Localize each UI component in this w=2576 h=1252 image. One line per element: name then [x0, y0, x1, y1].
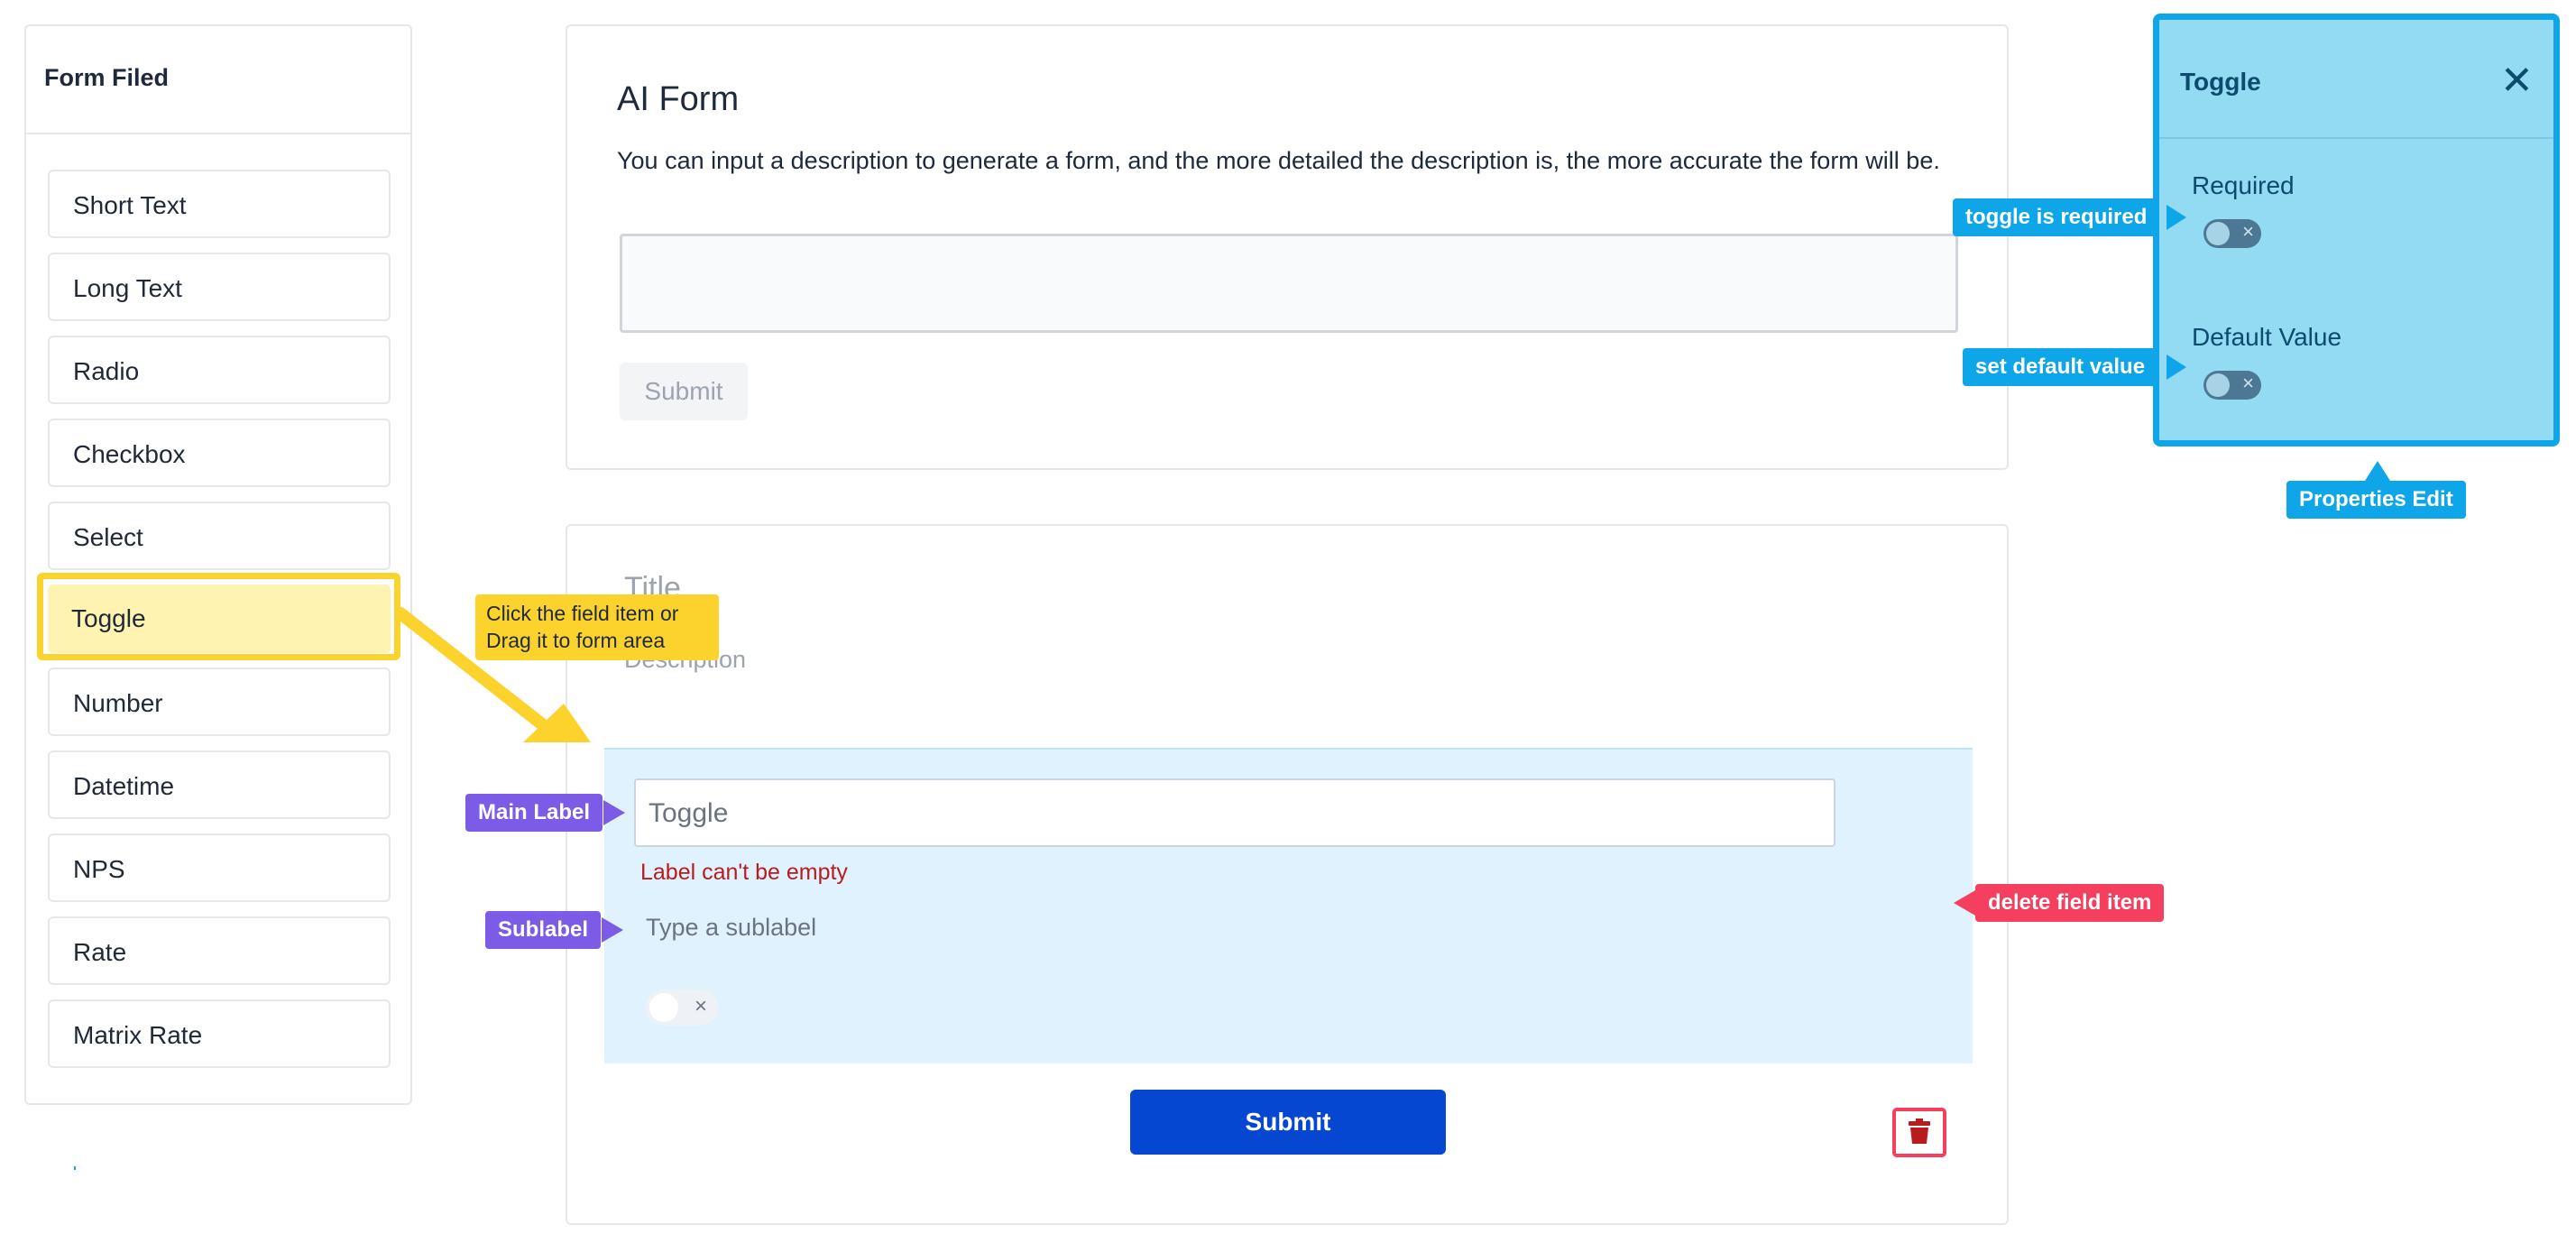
callout-sublabel: Sublabel	[485, 911, 602, 949]
callout-arrow	[1954, 890, 1975, 916]
toggle-off-icon: ×	[694, 994, 707, 1018]
toggle-off-icon: ×	[2242, 372, 2254, 394]
delete-field-button[interactable]	[1892, 1108, 1946, 1157]
required-toggle[interactable]: ×	[2203, 219, 2261, 248]
field-item-matrix-rate[interactable]: Matrix Rate	[48, 999, 391, 1068]
sublabel-input[interactable]: Type a sublabel	[646, 914, 816, 942]
callout-main-label: Main Label	[465, 794, 603, 832]
properties-panel: Toggle ✕ Required × Default Value ×	[2153, 14, 2560, 446]
callout-arrow	[603, 800, 625, 825]
ai-form-card: AI Form You can input a description to g…	[566, 24, 2009, 470]
main-label-input[interactable]: Toggle	[634, 778, 1835, 847]
toggle-knob	[2206, 373, 2230, 397]
callout-toggle-required: toggle is required	[1953, 198, 2160, 236]
field-item-checkbox[interactable]: Checkbox	[48, 419, 391, 487]
toggle-item-highlight	[37, 573, 400, 660]
ai-form-title: AI Form	[617, 80, 740, 118]
callout-set-default: set default value	[1963, 348, 2158, 386]
field-item-long-text[interactable]: Long Text	[48, 253, 391, 321]
trash-icon	[1909, 1119, 1930, 1144]
toggle-knob	[649, 993, 678, 1022]
field-item-nps[interactable]: NPS	[48, 833, 391, 902]
ai-form-description: You can input a description to generate …	[617, 147, 1940, 174]
callout-arrow	[2167, 205, 2186, 230]
form-submit-button[interactable]: Submit	[1130, 1090, 1446, 1155]
sidebar-title: Form Filed	[26, 26, 410, 134]
preview-toggle-switch[interactable]: ×	[646, 990, 718, 1026]
label-error-message: Label can't be empty	[640, 860, 848, 885]
toggle-field-block[interactable]: Toggle Label can't be empty Type a subla…	[604, 748, 1973, 1157]
field-item-rate[interactable]: Rate	[48, 916, 391, 985]
ai-submit-button[interactable]: Submit	[620, 363, 748, 420]
field-item-short-text[interactable]: Short Text	[48, 170, 391, 238]
properties-title: Toggle	[2180, 68, 2261, 96]
form-builder-card: Title Description Toggle Label can't be …	[566, 524, 2009, 1225]
required-label: Required	[2192, 171, 2295, 199]
drag-arrow-icon	[394, 607, 591, 742]
form-fields-sidebar: Form Filed Short Text Long Text Radio Ch…	[24, 24, 412, 1105]
default-value-toggle[interactable]: ×	[2203, 371, 2261, 400]
callout-delete-item: delete field item	[1975, 884, 2165, 922]
toggle-off-icon: ×	[2242, 220, 2254, 243]
ai-description-textarea[interactable]	[620, 234, 1958, 333]
field-item-datetime[interactable]: Datetime	[48, 750, 391, 819]
callout-arrow	[2167, 354, 2186, 380]
close-icon[interactable]: ✕	[2500, 61, 2534, 101]
toggle-knob	[2206, 222, 2230, 245]
decorative-mark	[74, 1166, 76, 1170]
field-item-select[interactable]: Select	[48, 502, 391, 570]
callout-arrow	[602, 917, 623, 943]
properties-header: Toggle ✕	[2159, 20, 2553, 139]
callout-properties-edit: Properties Edit	[2286, 481, 2466, 519]
field-item-number[interactable]: Number	[48, 667, 391, 736]
default-value-label: Default Value	[2192, 323, 2342, 351]
callout-arrow	[2365, 461, 2390, 481]
field-item-radio[interactable]: Radio	[48, 336, 391, 404]
